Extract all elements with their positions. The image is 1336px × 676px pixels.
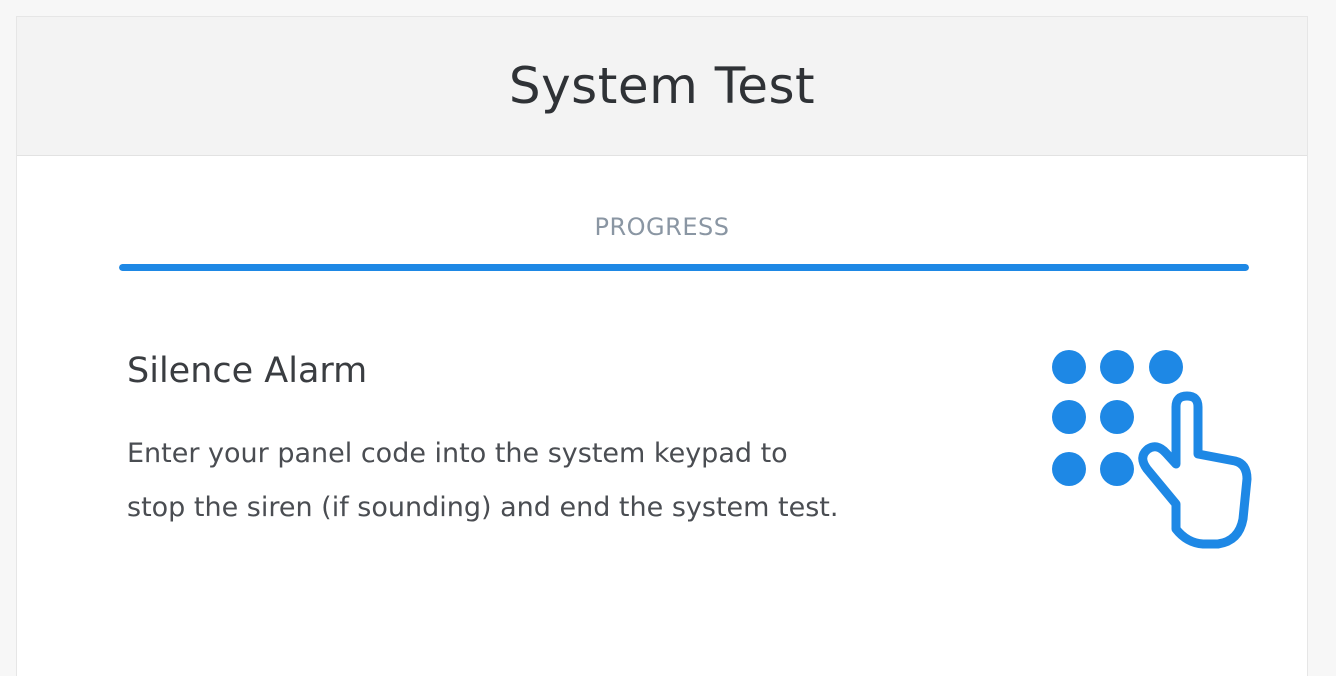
progress-bar (119, 264, 1249, 271)
step-title: Silence Alarm (127, 351, 368, 391)
keypad-touch-icon (1035, 329, 1265, 559)
page-title: System Test (508, 57, 816, 115)
header: System Test (17, 17, 1307, 156)
progress-bar-fill (119, 264, 1249, 271)
progress-label: PROGRESS (594, 213, 730, 241)
system-test-card: System Test PROGRESS Silence Alarm Enter… (16, 16, 1308, 676)
step-description: Enter your panel code into the system ke… (127, 438, 839, 523)
